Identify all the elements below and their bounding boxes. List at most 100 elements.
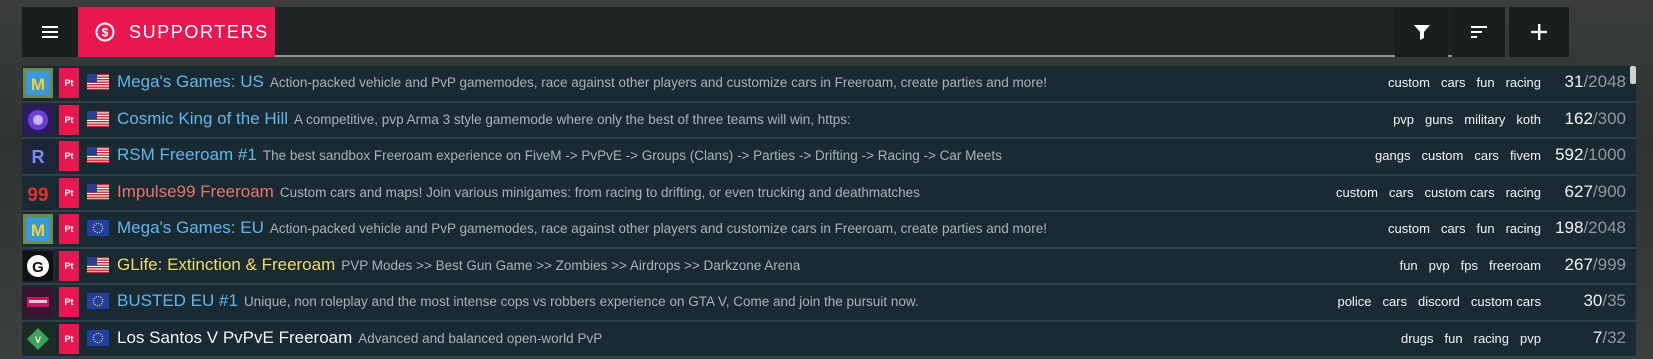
server-description: Unique, non roleplay and the most intens…: [243, 294, 919, 309]
premium-badge: Pt: [59, 250, 79, 281]
server-name: GLife: Extinction & Freeroam: [117, 254, 336, 274]
server-row[interactable]: M Pt Mega's Games: US Action-packed vehic…: [22, 66, 1636, 103]
premium-badge: Pt: [59, 287, 79, 317]
server-icon: [23, 287, 53, 317]
server-title: Cosmic King of the Hill A competitive, pv…: [117, 109, 851, 129]
tag: military: [1464, 111, 1506, 127]
server-icon: M: [23, 214, 53, 244]
server-icon: V: [23, 323, 53, 354]
flag-icon: [87, 329, 109, 346]
tag: racing: [1473, 330, 1510, 346]
player-count: 30/35: [1583, 291, 1626, 311]
players: 198: [1555, 218, 1584, 237]
server-tags: custom cars fun racing: [1377, 221, 1541, 236]
tag: fivem: [1509, 148, 1541, 163]
server-icon: 99: [23, 177, 53, 208]
player-count: 267/999: [1565, 255, 1626, 275]
server-row[interactable]: Pt BUSTED EU #1 Unique, non roleplay and …: [22, 285, 1636, 322]
server-name: RSM Freeroam #1: [117, 145, 257, 164]
server-title: BUSTED EU #1 Unique, non roleplay and the…: [117, 291, 919, 311]
server-description: Action-packed vehicle and PvP gamemodes,…: [269, 221, 1047, 236]
max-players: /2048: [1583, 72, 1626, 91]
players: 592: [1555, 145, 1584, 164]
premium-badge: Pt: [59, 68, 79, 98]
svg-text:M: M: [31, 221, 45, 240]
server-list: M Pt Mega's Games: US Action-packed vehic…: [22, 66, 1636, 358]
max-players: /32: [1602, 327, 1626, 347]
tag: freeroam: [1488, 257, 1541, 273]
server-title: RSM Freeroam #1 The best sandbox Freeroam…: [117, 145, 1002, 165]
server-description: Advanced and balanced open-world PvP: [358, 330, 603, 346]
server-title: Impulse99 Freeroam Custom cars and maps! …: [117, 182, 920, 202]
tag: custom: [1336, 184, 1378, 200]
flag-icon: [87, 256, 109, 273]
flag-icon: [87, 220, 109, 236]
tag: fps: [1460, 257, 1478, 273]
sort-button[interactable]: [1452, 7, 1505, 57]
menu-button[interactable]: [22, 7, 78, 57]
tab-supporters[interactable]: $ SUPPORTERS: [78, 7, 275, 57]
server-icon: M: [23, 68, 53, 98]
flag-icon: [87, 147, 109, 163]
filter-button[interactable]: [1395, 7, 1448, 57]
server-row[interactable]: G Pt GLife: Extinction & Freeroam PVP Mod…: [22, 248, 1636, 285]
server-name: Cosmic King of the Hill: [117, 108, 289, 128]
server-tags: fun pvp fps freeroam: [1389, 258, 1541, 273]
tag: drugs: [1401, 330, 1434, 346]
server-tags: drugs fun racing pvp: [1390, 331, 1541, 346]
tag: custom: [1388, 221, 1430, 236]
max-players: /2048: [1583, 218, 1626, 237]
tag: discord: [1418, 294, 1460, 309]
server-icon: R: [23, 141, 53, 171]
max-players: /35: [1602, 291, 1626, 310]
player-count: 627/900: [1565, 182, 1626, 202]
tag: cars: [1440, 75, 1466, 90]
flag-icon: [87, 74, 109, 90]
svg-text:G: G: [32, 259, 44, 276]
premium-badge: Pt: [59, 104, 79, 135]
scrollbar[interactable]: [1630, 66, 1636, 84]
max-players: /300: [1592, 108, 1626, 128]
tag: racing: [1505, 184, 1541, 200]
server-name: Impulse99 Freeroam: [117, 181, 274, 201]
premium-badge: Pt: [59, 323, 79, 354]
server-title: Mega's Games: US Action-packed vehicle an…: [117, 72, 1047, 92]
tag: cars: [1474, 148, 1499, 163]
tag: racing: [1505, 75, 1541, 90]
server-description: PVP Modes >> Best Gun Game >> Zombies >>…: [341, 257, 801, 273]
tag: fun: [1399, 257, 1418, 273]
server-name: Mega's Games: US: [117, 72, 264, 91]
dollar-circle-icon: $: [95, 22, 115, 42]
player-count: 198/2048: [1555, 218, 1626, 238]
server-row[interactable]: M Pt Mega's Games: EU Action-packed vehic…: [22, 212, 1636, 249]
tag: gangs: [1375, 148, 1411, 163]
players: 30: [1583, 291, 1603, 310]
toolbar: $ SUPPORTERS: [22, 7, 1638, 57]
server-row[interactable]: R Pt RSM Freeroam #1 The best sandbox Fre…: [22, 139, 1636, 176]
server-title: Los Santos V PvPvE Freeroam Advanced and …: [117, 328, 602, 348]
tag: koth: [1516, 111, 1541, 127]
filter-icon: [1413, 25, 1430, 40]
svg-text:99: 99: [27, 185, 48, 206]
max-players: /999: [1592, 254, 1626, 274]
server-row[interactable]: 99 Pt Impulse99 Freeroam Custom cars and …: [22, 175, 1636, 212]
add-button[interactable]: [1509, 7, 1569, 57]
player-count: 7/32: [1593, 328, 1626, 348]
sort-icon: [1470, 26, 1487, 38]
server-tags: custom cars fun racing: [1377, 75, 1541, 90]
server-tags: pvp guns military koth: [1382, 112, 1541, 127]
server-name: Los Santos V PvPvE Freeroam: [117, 327, 353, 347]
server-row[interactable]: Pt Cosmic King of the Hill A competitive,…: [22, 102, 1636, 139]
flag-icon: [87, 183, 109, 200]
svg-text:$: $: [102, 26, 109, 40]
server-icon: [23, 104, 53, 135]
server-name: Mega's Games: EU: [117, 218, 264, 237]
players: 7: [1592, 327, 1603, 347]
server-icon: G: [23, 250, 53, 281]
flag-icon: [87, 110, 109, 127]
tag: custom: [1388, 75, 1430, 90]
tag: fun: [1476, 221, 1495, 236]
player-count: 162/300: [1565, 109, 1626, 129]
server-row[interactable]: V Pt Los Santos V PvPvE Freeroam Advanced…: [22, 321, 1636, 358]
search-input[interactable]: [275, 7, 1467, 57]
